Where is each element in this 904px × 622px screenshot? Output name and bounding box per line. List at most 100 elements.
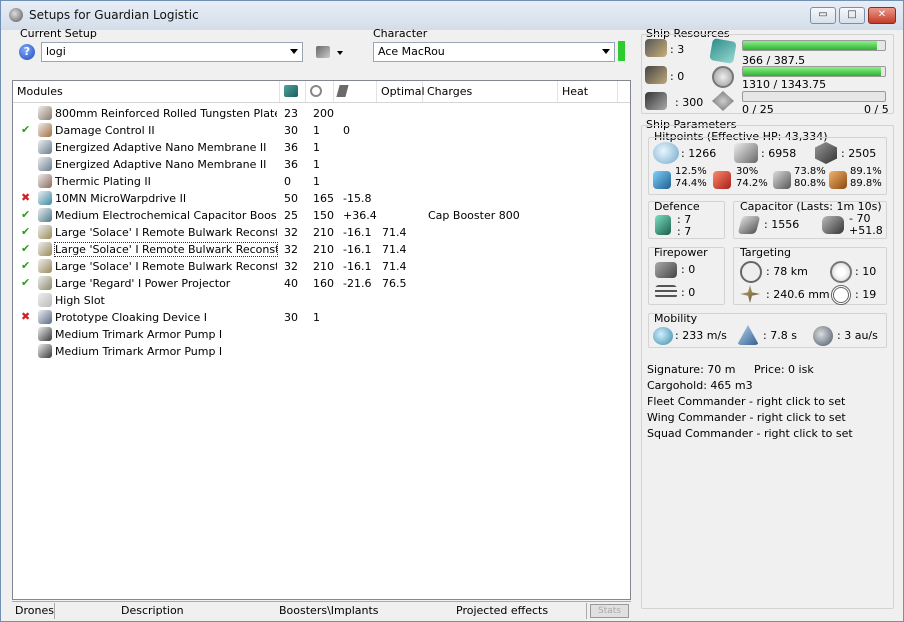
firepower-value-2: : 0 <box>681 286 696 299</box>
module-capacitor: -16.1 <box>343 260 372 273</box>
module-capacitor: -16.1 <box>343 243 372 256</box>
module-powergrid: 1 <box>313 158 320 171</box>
defence-group: Defence : 7 : 7 <box>648 200 725 239</box>
app-window: Setups for Guardian Logistic ▭ □ ✕ Curre… <box>0 0 904 622</box>
module-row[interactable]: ✖ 10MN MicroWarpdrive II 50 165 -15.8 <box>13 190 630 207</box>
module-row[interactable]: High Slot <box>13 292 630 309</box>
targeting-group: Targeting : 78 km : 10 : 240.6 mm : 19 <box>733 246 887 305</box>
module-name: Medium Trimark Armor Pump I <box>55 328 223 341</box>
module-icon <box>38 242 52 256</box>
tab-projected-effects[interactable]: Projected effects <box>456 604 548 617</box>
module-powergrid: 165 <box>313 192 334 205</box>
stats-button[interactable]: Stats <box>590 604 629 618</box>
module-optimal: 71.4 <box>382 260 407 273</box>
ship-menu-button[interactable] <box>314 44 346 61</box>
module-icon <box>38 344 52 358</box>
maximize-button[interactable]: □ <box>839 7 865 24</box>
explosive-shield-resist: 89.1% <box>850 166 882 177</box>
module-icon <box>38 327 52 341</box>
module-row[interactable]: Energized Adaptive Nano Membrane II 36 1 <box>13 156 630 173</box>
module-row[interactable]: 800mm Reinforced Rolled Tungsten Plates … <box>13 105 630 122</box>
align-time-icon <box>737 325 759 345</box>
tab-drones[interactable]: Drones <box>15 604 54 617</box>
module-icon <box>38 140 52 154</box>
target-range-icon <box>740 261 762 283</box>
col-powergrid[interactable] <box>306 81 334 102</box>
title-bar[interactable]: Setups for Guardian Logistic ▭ □ ✕ <box>1 1 903 30</box>
modules-grid[interactable]: Modules Optimal Charges Heat 800mm Reinf… <box>12 80 631 600</box>
col-capacitor[interactable] <box>334 81 377 102</box>
capacitor-delta-2: +51.8 <box>849 224 883 237</box>
module-name: Damage Control II <box>55 124 155 137</box>
launcher-icon <box>645 66 667 84</box>
character-select[interactable]: Ace MacRou <box>373 42 615 62</box>
active-check-icon[interactable]: ✔ <box>21 225 30 238</box>
hull-hp: : 2505 <box>841 147 877 160</box>
module-name: Large 'Solace' I Remote Bulwark Reconstr… <box>54 242 278 257</box>
module-row[interactable]: Energized Adaptive Nano Membrane II 36 1 <box>13 139 630 156</box>
module-cpu: 32 <box>284 260 298 273</box>
module-row[interactable]: ✔ Damage Control II 30 1 0 <box>13 122 630 139</box>
armor-hp: : 6958 <box>761 147 797 160</box>
powergrid-icon <box>712 66 734 88</box>
kinetic-resists: 73.8% 80.8% <box>794 166 826 190</box>
module-optimal: 71.4 <box>382 243 407 256</box>
setup-select[interactable]: logi <box>41 42 303 62</box>
module-icon <box>38 123 52 137</box>
module-row[interactable]: ✔ Large 'Solace' I Remote Bulwark Reconst… <box>13 241 630 258</box>
col-modules[interactable]: Modules <box>13 81 280 102</box>
fleet-commander[interactable]: Fleet Commander - right click to set <box>647 395 845 408</box>
active-check-icon[interactable]: ✔ <box>21 242 30 255</box>
module-cpu: 0 <box>284 175 291 188</box>
minimize-button[interactable]: ▭ <box>810 7 836 24</box>
character-select-value: Ace MacRou <box>378 45 445 58</box>
tab-boosters-implants[interactable]: Boosters\Implants <box>279 604 379 617</box>
module-capacitor: 0 <box>343 124 350 137</box>
module-row[interactable]: ✔ Large 'Solace' I Remote Bulwark Reconst… <box>13 258 630 275</box>
module-row[interactable]: Medium Trimark Armor Pump I <box>13 343 630 360</box>
drones-active-value: 0 / 5 <box>864 103 889 116</box>
turret-icon <box>645 39 667 57</box>
col-cpu[interactable] <box>280 81 306 102</box>
module-powergrid: 1 <box>313 141 320 154</box>
thermal-shield-resist: 30% <box>736 166 759 177</box>
active-check-icon[interactable]: ✔ <box>21 208 30 221</box>
drone-bar <box>742 91 886 102</box>
module-row[interactable]: ✖ Prototype Cloaking Device I 30 1 <box>13 309 630 326</box>
calibration-value: : 300 <box>675 96 704 109</box>
launcher-slots: : 0 <box>670 70 685 83</box>
params-group: Hitpoints (Effective HP: 43,334) : 1266 … <box>641 125 894 609</box>
module-name: Prototype Cloaking Device I <box>55 311 208 324</box>
module-row[interactable]: ✔ Large 'Solace' I Remote Bulwark Reconst… <box>13 224 630 241</box>
active-check-icon[interactable]: ✔ <box>21 123 30 136</box>
tab-description[interactable]: Description <box>121 604 184 617</box>
offline-x-icon[interactable]: ✖ <box>21 310 30 323</box>
close-button[interactable]: ✕ <box>868 7 896 24</box>
module-row[interactable]: Medium Trimark Armor Pump I <box>13 326 630 343</box>
module-row[interactable]: ✔ Large 'Regard' I Power Projector 40 160 -2… <box>13 275 630 292</box>
explosive-resist-icon <box>829 171 847 189</box>
capacitor-group: Capacitor (Lasts: 1m 10s) : 1556 - 70 +5… <box>733 200 887 239</box>
module-name: Large 'Solace' I Remote Bulwark Reconstr… <box>55 226 277 239</box>
module-row[interactable]: Thermic Plating II 0 1 <box>13 173 630 190</box>
sensor-strength-icon <box>831 285 851 305</box>
active-check-icon[interactable]: ✔ <box>21 259 30 272</box>
character-status-indicator <box>618 41 625 61</box>
offline-x-icon[interactable]: ✖ <box>21 191 30 204</box>
help-icon[interactable]: ? <box>19 44 35 60</box>
wing-commander[interactable]: Wing Commander - right click to set <box>647 411 846 424</box>
module-icon <box>38 174 52 188</box>
squad-commander[interactable]: Squad Commander - right click to set <box>647 427 853 440</box>
active-check-icon[interactable]: ✔ <box>21 276 30 289</box>
resources-group: : 3 : 0 : 300 366 / 387.5 1310 / 1343.75… <box>641 34 894 116</box>
module-cpu: 36 <box>284 141 298 154</box>
turret-slots: : 3 <box>670 43 685 56</box>
scan-resolution-icon <box>740 285 760 303</box>
col-optimal[interactable]: Optimal <box>377 81 425 102</box>
mobility-label: Mobility <box>654 312 698 325</box>
col-heat[interactable]: Heat <box>558 81 618 102</box>
col-charges[interactable]: Charges <box>423 81 558 102</box>
module-icon <box>38 208 52 222</box>
module-row[interactable]: ✔ Medium Electrochemical Capacitor Booste… <box>13 207 630 224</box>
module-name: Energized Adaptive Nano Membrane II <box>55 158 267 171</box>
